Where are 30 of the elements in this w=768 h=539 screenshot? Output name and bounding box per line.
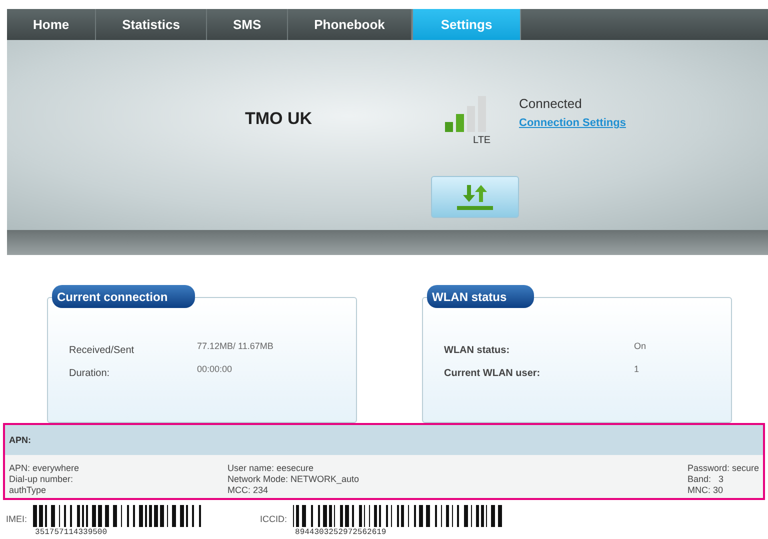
apn-detail: APN: everywhere [9, 463, 80, 474]
field-value: On [634, 340, 646, 353]
card-title: Current connection [52, 285, 195, 308]
connection-status: Connected [519, 95, 582, 113]
apn-detail: User name: eesecure [227, 463, 315, 474]
field-value: 77.12MB/ 11.67MB [197, 340, 274, 353]
apn-detail: MCC: 234 [227, 485, 269, 496]
apn-title: APN: [5, 425, 763, 455]
id-label: IMEI: [6, 513, 28, 526]
id-number: 351757114339500 [34, 527, 108, 539]
connect-button[interactable] [431, 176, 519, 218]
network-type: LTE [473, 134, 491, 148]
apn-detail: Password: secure [687, 463, 759, 474]
field-label: Duration: [69, 367, 110, 381]
field-value: 1 [634, 363, 640, 376]
apn-detail: Dial-up number: [9, 474, 74, 485]
apn-detail: Network Mode: NETWORK_auto [227, 474, 360, 485]
field-label: Received/Sent [69, 344, 134, 358]
apn-detail: Band: 3 [687, 474, 724, 485]
signal-icon [445, 96, 487, 132]
id-label: ICCID: [260, 513, 288, 526]
transfer-icon [455, 183, 495, 211]
apn-detail: MNC: 30 [687, 485, 724, 496]
id-number: 8944303252972562619 [294, 527, 388, 539]
field-value: 00:00:00 [197, 363, 232, 376]
card-title: WLAN status [427, 285, 534, 308]
field-label: WLAN status: [444, 344, 510, 358]
apn-detail: authType [9, 485, 48, 496]
field-label: Current WLAN user: [444, 367, 540, 381]
operator-name: TMO UK [245, 108, 312, 130]
